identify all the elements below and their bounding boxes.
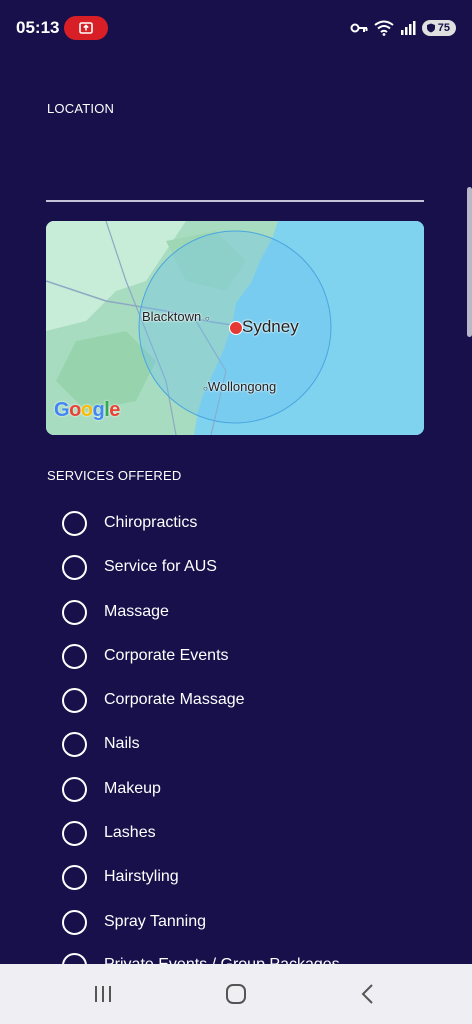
service-option-corporate-massage[interactable]: Corporate Massage: [62, 685, 245, 715]
service-option-corporate-events[interactable]: Corporate Events: [62, 641, 229, 671]
service-option-massage[interactable]: Massage: [62, 597, 169, 627]
home-icon[interactable]: [222, 982, 250, 1006]
back-icon[interactable]: [354, 982, 382, 1006]
location-map[interactable]: Blacktown ○ Sydney ○Wollongong Google: [46, 221, 424, 435]
radio-unchecked-icon[interactable]: [62, 731, 87, 757]
radio-unchecked-icon[interactable]: [62, 643, 87, 669]
google-logo: Google: [54, 399, 120, 421]
service-option-chiropractics[interactable]: Chiropractics: [62, 508, 197, 538]
radio-unchecked-icon[interactable]: [62, 554, 87, 580]
services-section-label: SERVICES OFFERED: [47, 468, 182, 483]
service-option-makeup[interactable]: Makeup: [62, 774, 161, 804]
screen-record-icon: [64, 16, 108, 40]
location-input[interactable]: [46, 150, 424, 202]
service-option-lashes[interactable]: Lashes: [62, 818, 156, 848]
service-option-hairstyling[interactable]: Hairstyling: [62, 862, 179, 892]
status-time: 05:13: [16, 18, 60, 37]
map-label-suburb1: Blacktown ○: [142, 309, 210, 324]
map-label-primary: Sydney: [242, 317, 299, 336]
battery-icon: 75: [421, 20, 456, 36]
radio-unchecked-icon[interactable]: [62, 776, 87, 802]
wifi-icon: [374, 20, 394, 36]
map-pin-icon: [229, 321, 243, 335]
radio-unchecked-icon[interactable]: [62, 820, 87, 846]
radio-unchecked-icon[interactable]: [62, 687, 87, 713]
service-option-spray-tanning[interactable]: Spray Tanning: [62, 907, 206, 937]
scrollbar[interactable]: [467, 187, 472, 337]
vpn-key-icon: [350, 23, 368, 33]
radio-unchecked-icon[interactable]: [62, 864, 87, 890]
signal-icon: [400, 21, 416, 35]
map-label-suburb2: ○Wollongong: [203, 379, 277, 394]
status-bar: 05:13 75: [0, 0, 472, 56]
system-nav-bar: [0, 964, 472, 1024]
battery-level: 75: [437, 22, 450, 34]
service-option-service-for-aus[interactable]: Service for AUS: [62, 552, 217, 582]
radio-unchecked-icon[interactable]: [62, 909, 87, 935]
radio-unchecked-icon[interactable]: [62, 599, 87, 625]
recent-apps-icon[interactable]: [89, 982, 117, 1006]
service-option-nails[interactable]: Nails: [62, 729, 140, 759]
location-section-label: LOCATION: [47, 101, 115, 116]
radio-unchecked-icon[interactable]: [62, 510, 87, 536]
